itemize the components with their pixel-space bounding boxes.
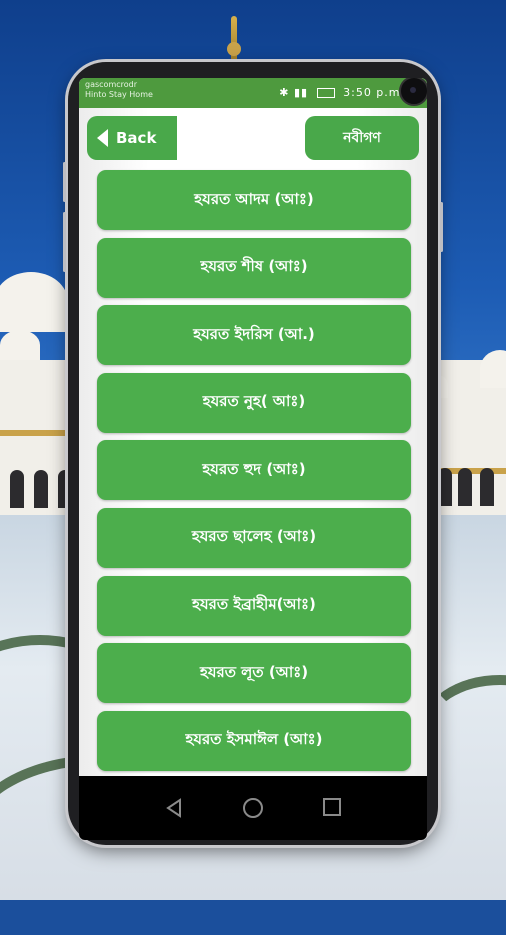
list-item[interactable]: হযরত লূত (আঃ)	[97, 643, 411, 704]
android-nav-bar	[79, 776, 427, 840]
status-line: gascomcrodr	[85, 80, 138, 89]
list-item[interactable]: হযরত আদম (আঃ)	[97, 170, 411, 230]
phone-screen: gascomcrodr Hinto Stay Home ✱ ▮▮ 3:50 p.…	[79, 78, 427, 840]
volume-button	[63, 212, 66, 272]
status-indicators: ✱ ▮▮ 3:50 p.m.	[279, 86, 405, 99]
prophet-list: হযরত আদম (আঃ) হযরত শীষ (আঃ) হযরত ইদরিস (…	[97, 170, 411, 778]
home-circle-icon[interactable]	[243, 798, 263, 818]
list-item[interactable]: হযরত ইসমাঈল (আঃ)	[97, 710, 411, 771]
front-camera-icon	[399, 78, 427, 106]
power-button	[440, 202, 443, 252]
battery-icon	[316, 88, 335, 98]
back-label: Back	[116, 129, 157, 147]
mosque-right	[432, 350, 506, 520]
back-button[interactable]: Back	[87, 116, 177, 160]
status-line: Hinto Stay Home	[85, 90, 153, 99]
signal-icon: ▮▮	[294, 86, 309, 99]
mosque-left	[0, 272, 78, 520]
minaret-ornament	[227, 42, 241, 56]
recent-square-icon[interactable]	[323, 798, 341, 816]
status-bar: gascomcrodr Hinto Stay Home ✱ ▮▮ 3:50 p.…	[79, 78, 427, 108]
list-item[interactable]: হযরত শীষ (আঃ)	[97, 237, 411, 298]
phone-frame: gascomcrodr Hinto Stay Home ✱ ▮▮ 3:50 p.…	[63, 62, 443, 845]
app-content: Back নবীগণ হযরত আদম (আঃ) হযরত শীষ (আঃ) হ…	[79, 108, 427, 776]
list-item[interactable]: হযরত নুহ( আঃ)	[97, 372, 411, 433]
page-title: নবীগণ	[305, 116, 419, 160]
list-item[interactable]: হযরত হুদ (আঃ)	[97, 440, 411, 501]
list-item[interactable]: হযরত ছালেহ (আঃ)	[97, 507, 411, 568]
back-triangle-icon[interactable]	[165, 798, 183, 818]
status-notification-text: gascomcrodr Hinto Stay Home	[85, 80, 153, 100]
clock: 3:50 p.m.	[343, 86, 405, 99]
back-arrow-icon	[97, 129, 108, 147]
minaret-spire	[231, 16, 237, 64]
bluetooth-icon: ✱	[279, 86, 290, 99]
volume-button	[63, 162, 66, 202]
list-item[interactable]: হযরত ইদরিস (আ.)	[97, 305, 411, 366]
list-item[interactable]: হযরত ইব্রাহীম(আঃ)	[97, 575, 411, 636]
